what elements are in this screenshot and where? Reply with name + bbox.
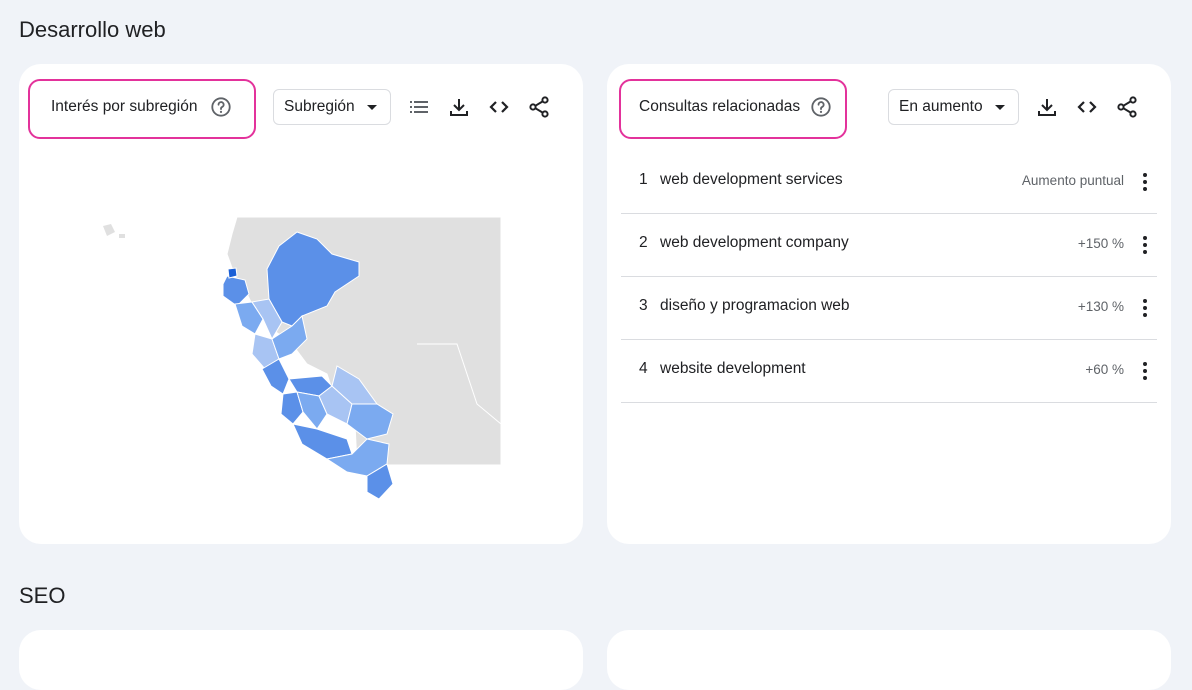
embed-code-icon[interactable]: [1075, 95, 1099, 119]
caret-down-icon: [367, 105, 377, 110]
card-title: Consultas relacionadas: [639, 98, 801, 115]
section-title-desarrollo-web: Desarrollo web: [19, 17, 166, 42]
row-rank: 4: [639, 360, 648, 377]
table-row[interactable]: 2 web development company +150 %: [621, 214, 1157, 277]
download-icon[interactable]: [1035, 95, 1059, 119]
row-query[interactable]: website development: [660, 360, 806, 378]
interest-by-subregion-card: Interés por subregión Subregión: [19, 64, 583, 544]
row-value: +130 %: [1077, 299, 1124, 314]
section-title-seo: SEO: [19, 583, 66, 608]
row-query[interactable]: diseño y programacion web: [660, 297, 850, 315]
seo-card-left: [19, 630, 583, 690]
row-rank: 1: [639, 171, 648, 188]
share-icon[interactable]: [527, 95, 551, 119]
row-query[interactable]: web development services: [660, 171, 843, 189]
list-icon[interactable]: [407, 95, 431, 119]
embed-code-icon[interactable]: [487, 95, 511, 119]
card-title: Interés por subregión: [51, 98, 198, 115]
caret-down-icon: [995, 105, 1005, 110]
row-rank: 3: [639, 297, 648, 314]
share-icon[interactable]: [1115, 95, 1139, 119]
dropdown-value: Subregión: [284, 98, 355, 115]
table-row[interactable]: 1 web development services Aumento puntu…: [621, 151, 1157, 214]
dropdown-value: En aumento: [899, 98, 983, 115]
download-icon[interactable]: [447, 95, 471, 119]
row-query[interactable]: web development company: [660, 234, 849, 252]
more-vert-icon[interactable]: [1139, 234, 1151, 256]
subregion-dropdown[interactable]: Subregión: [273, 89, 391, 125]
row-value: +150 %: [1077, 236, 1124, 251]
row-rank: 2: [639, 234, 648, 251]
more-vert-icon[interactable]: [1139, 297, 1151, 319]
help-circle-icon[interactable]: [210, 96, 232, 118]
row-value: Aumento puntual: [1021, 173, 1124, 188]
rising-dropdown[interactable]: En aumento: [888, 89, 1019, 125]
seo-card-right: [607, 630, 1171, 690]
row-value: +60 %: [1085, 362, 1124, 377]
help-circle-icon[interactable]: [810, 96, 832, 118]
table-row[interactable]: 3 diseño y programacion web +130 %: [621, 277, 1157, 340]
related-queries-card: Consultas relacionadas En aumento 1 web …: [607, 64, 1171, 544]
more-vert-icon[interactable]: [1139, 171, 1151, 193]
more-vert-icon[interactable]: [1139, 360, 1151, 382]
table-row[interactable]: 4 website development +60 %: [621, 340, 1157, 403]
peru-subregion-map[interactable]: [97, 214, 537, 534]
